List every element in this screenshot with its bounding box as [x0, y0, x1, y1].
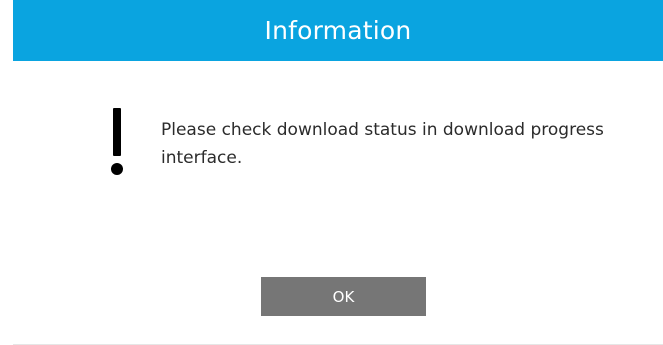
dialog-message: Please check download status in download… [161, 120, 604, 168]
ok-button[interactable]: OK [261, 277, 426, 316]
dialog-title: Information [13, 0, 663, 61]
exclamation-icon [107, 108, 127, 178]
dialog-title-text: Information [264, 16, 412, 45]
information-dialog: Information Please check download status… [0, 0, 663, 345]
ok-button-label: OK [332, 287, 355, 306]
dialog-content: Please check download status in download… [13, 61, 663, 344]
